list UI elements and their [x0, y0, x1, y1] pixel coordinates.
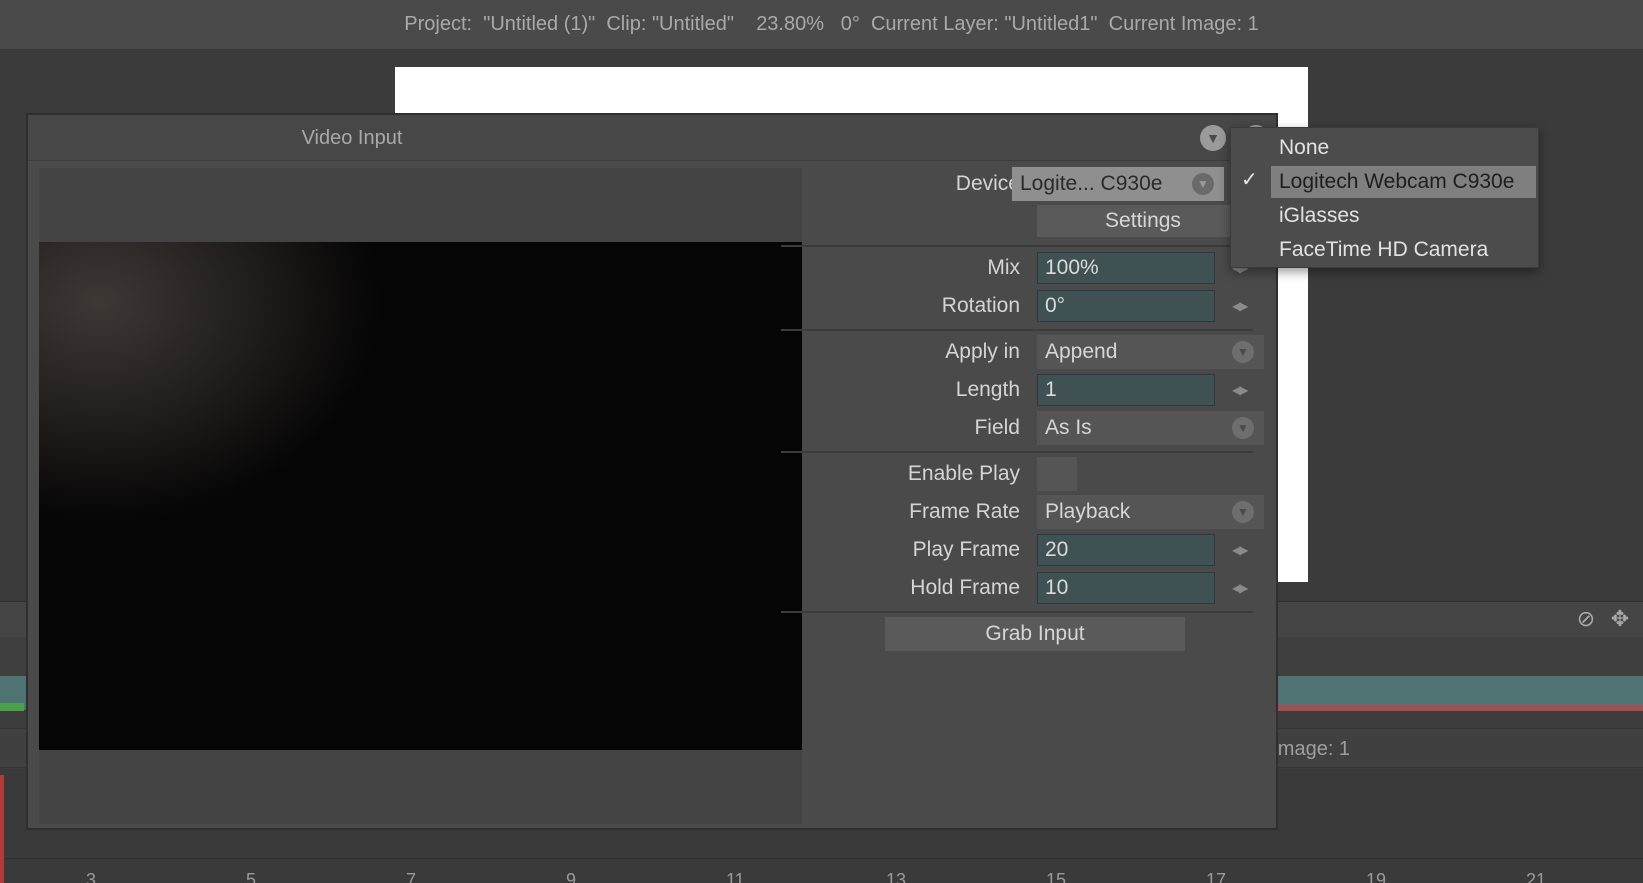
chevron-down-icon: ▼ [1192, 173, 1214, 195]
rotation-field[interactable]: 0° [1037, 290, 1215, 322]
timeline-playhead[interactable] [0, 775, 4, 883]
menu-item-logitech-webcam[interactable]: Logitech Webcam C930e [1271, 166, 1536, 198]
status-layer-value: "Untitled1" [1004, 13, 1098, 35]
menu-item-none[interactable]: None [1271, 132, 1536, 164]
mix-field[interactable]: 100% [1037, 252, 1215, 284]
status-clip-value: "Untitled" [651, 13, 734, 35]
field-value: As Is [1045, 416, 1092, 439]
play-frame-field[interactable]: 20 [1037, 534, 1215, 566]
length-label: Length [955, 378, 1020, 401]
hold-frame-label: Hold Frame [910, 576, 1020, 599]
device-dropdown-value: Logite... C930e [1020, 172, 1163, 195]
enable-play-label: Enable Play [907, 462, 1020, 485]
move-icon[interactable]: ✥ [1607, 606, 1633, 632]
video-preview [39, 242, 802, 750]
status-image-label: Current Image: [1108, 13, 1243, 35]
ruler-number: 21 [1526, 870, 1547, 883]
chevron-down-icon: ▼ [1232, 501, 1254, 523]
field-dropdown[interactable]: As Is ▼ [1037, 411, 1264, 445]
frame-rate-label: Frame Rate [909, 500, 1020, 523]
play-frame-label: Play Frame [912, 538, 1020, 561]
play-frame-stepper-icon[interactable]: ◀▶ [1232, 540, 1256, 560]
apply-in-dropdown[interactable]: Append ▼ [1037, 335, 1264, 369]
status-clip-label: Clip: [606, 13, 647, 35]
status-project-label: Project: [404, 13, 473, 35]
menu-item-iglasses[interactable]: iGlasses [1271, 200, 1536, 232]
section-divider [781, 451, 1253, 453]
rotation-label: Rotation [941, 294, 1020, 317]
panel-collapse-icon[interactable]: ▼ [1200, 125, 1226, 151]
ruler-number: 19 [1366, 870, 1387, 883]
apply-in-label: Apply in [945, 340, 1020, 363]
rotation-stepper-icon[interactable]: ◀▶ [1232, 296, 1256, 316]
ruler-number: 3 [86, 870, 97, 883]
section-divider [781, 245, 1253, 247]
device-menu: None ✓ Logitech Webcam C930e iGlasses Fa… [1230, 127, 1539, 268]
ruler-number: 7 [406, 870, 417, 883]
settings-button[interactable]: Settings [1037, 205, 1249, 237]
length-stepper-icon[interactable]: ◀▶ [1232, 380, 1256, 400]
device-dropdown[interactable]: Logite... C930e ▼ [1012, 167, 1224, 201]
length-field[interactable]: 1 [1037, 374, 1215, 406]
section-divider [781, 329, 1253, 331]
checkmark-icon: ✓ [1241, 169, 1258, 191]
ruler-number: 11 [726, 870, 745, 883]
panel-title-bar[interactable]: Video Input ▼ ✕ [28, 115, 1276, 161]
menu-item-facetime-camera[interactable]: FaceTime HD Camera [1271, 234, 1536, 266]
grab-input-button[interactable]: Grab Input [885, 617, 1185, 651]
frame-rate-value: Playback [1045, 500, 1131, 523]
ruler-number: 5 [246, 870, 257, 883]
status-zoom: 23.80% [756, 13, 825, 35]
status-project-value: "Untitled (1)" [483, 13, 596, 35]
field-label: Field [974, 416, 1020, 439]
status-layer-label: Current Layer: [870, 13, 999, 35]
panel-title: Video Input [301, 127, 403, 149]
hold-frame-stepper-icon[interactable]: ◀▶ [1232, 578, 1256, 598]
ruler-number: 17 [1206, 870, 1227, 883]
status-rotation: 0° [840, 13, 860, 35]
chevron-down-icon: ▼ [1232, 341, 1254, 363]
ruler-number: 9 [566, 870, 577, 883]
section-divider [781, 611, 1253, 613]
apply-in-value: Append [1045, 340, 1118, 363]
chevron-down-icon: ▼ [1232, 417, 1254, 439]
ruler-number: 13 [886, 870, 907, 883]
status-bar: Project: "Untitled (1)" Clip: "Untitled"… [0, 0, 1643, 50]
ruler-number: 15 [1046, 870, 1067, 883]
enable-play-checkbox[interactable] [1037, 457, 1077, 491]
frame-rate-dropdown[interactable]: Playback ▼ [1037, 495, 1264, 529]
timeline-track-start [0, 703, 24, 711]
timeline-track-marker [1270, 705, 1643, 711]
onion-skin-icon[interactable]: ⊘ [1573, 606, 1599, 632]
device-label: Device [955, 172, 1020, 195]
status-image-value: 1 [1247, 13, 1259, 35]
hold-frame-field[interactable]: 10 [1037, 572, 1215, 604]
mix-label: Mix [987, 256, 1020, 279]
